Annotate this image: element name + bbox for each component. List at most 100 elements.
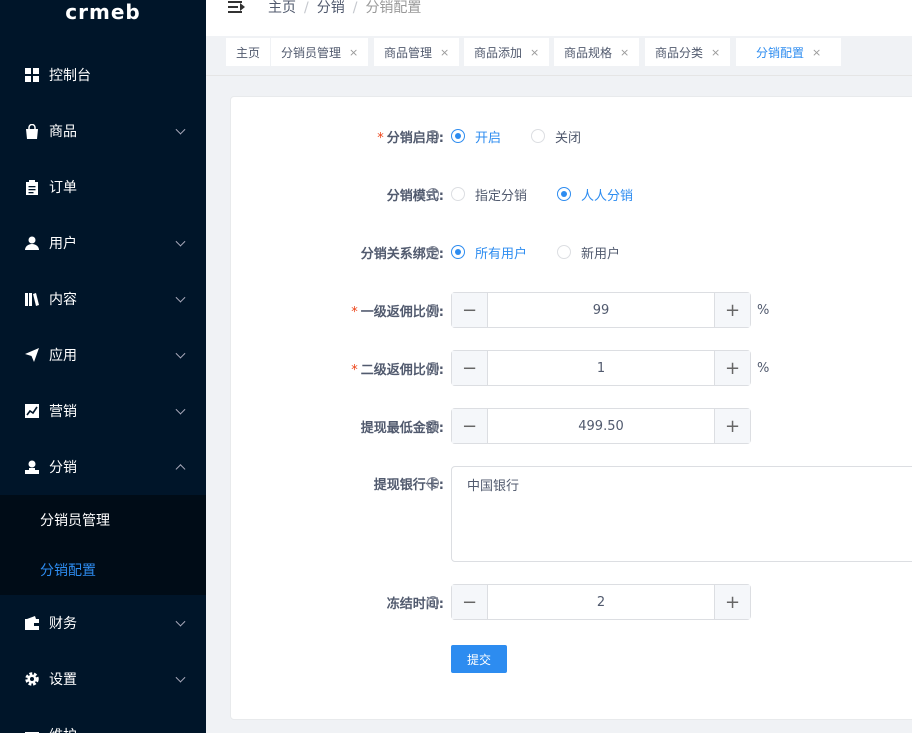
level2-input[interactable] xyxy=(488,360,714,376)
bank-control: 中国银行 xyxy=(451,466,912,562)
chevron-down-icon xyxy=(175,292,186,303)
breadcrumb-distribution[interactable]: 分销 xyxy=(317,0,345,16)
info-icon[interactable]: ! xyxy=(427,477,439,489)
mode-radio-group: 指定分销 人人分销 xyxy=(451,185,663,204)
decrement-button[interactable]: − xyxy=(452,585,488,619)
radio-enable-off[interactable]: 关闭 xyxy=(531,127,581,146)
sidebar-item-apps[interactable]: 应用 xyxy=(0,327,206,383)
info-icon[interactable]: ! xyxy=(427,596,439,608)
tab-label: 分销配置 xyxy=(756,45,805,60)
tab-product-category[interactable]: 商品分类 × xyxy=(645,38,731,66)
level1-input[interactable] xyxy=(488,302,714,318)
gear-icon xyxy=(24,671,40,687)
sidebar: crmeb 控制台 商品 订单 用户 内容 应用 营销 分销 分销员管理 分销配… xyxy=(0,0,206,733)
config-form-card: * 分销启用: ! 开启 关闭 分销模式: ! 指定分销 人人分销 分销关系绑定:… xyxy=(230,96,912,720)
chevron-down-icon xyxy=(175,404,186,415)
min-withdraw-input[interactable] xyxy=(488,418,714,434)
enable-radio-group: 开启 关闭 xyxy=(451,127,611,146)
sidebar-item-settings[interactable]: 设置 xyxy=(0,651,206,707)
freeze-input[interactable] xyxy=(488,594,714,610)
tab-distributor-management[interactable]: 分销员管理 × xyxy=(271,38,369,66)
radio-binding-new[interactable]: 新用户 xyxy=(557,243,620,262)
info-icon[interactable]: ! xyxy=(427,130,439,142)
radio-dot xyxy=(531,129,546,143)
radio-enable-on[interactable]: 开启 xyxy=(451,127,501,146)
clipboard-icon xyxy=(24,179,40,195)
send-icon xyxy=(24,347,40,363)
form-row-level1: *一级返佣比例: ! − + % xyxy=(231,292,912,328)
submit-button[interactable]: 提交 xyxy=(451,645,507,673)
sidebar-item-label: 用户 xyxy=(49,236,77,252)
min-withdraw-stepper: − + xyxy=(451,408,751,444)
info-icon[interactable]: ! xyxy=(427,304,439,316)
sidebar-item-label: 分销 xyxy=(49,460,77,476)
sidebar-item-orders[interactable]: 订单 xyxy=(0,159,206,215)
sidebar-item-users[interactable]: 用户 xyxy=(0,215,206,271)
breadcrumb: 主页 / 分销 / 分销配置 xyxy=(268,0,422,16)
chevron-down-icon xyxy=(175,124,186,135)
form-row-binding: 分销关系绑定: ! 所有用户 新用户 xyxy=(231,234,912,270)
sidebar-item-label: 营销 xyxy=(49,404,77,420)
menu-toggle-icon[interactable] xyxy=(228,0,245,14)
sidebar-item-content[interactable]: 内容 xyxy=(0,271,206,327)
tab-label: 分销员管理 xyxy=(281,45,342,60)
info-icon[interactable]: ! xyxy=(427,362,439,374)
chevron-down-icon xyxy=(175,672,186,683)
increment-button[interactable]: + xyxy=(714,293,750,327)
sidebar-menu: 控制台 商品 订单 用户 内容 应用 营销 分销 分销员管理 分销配置 财务 设… xyxy=(0,47,206,733)
sidebar-item-distribution-config[interactable]: 分销配置 xyxy=(0,545,206,595)
radio-mode-specified[interactable]: 指定分销 xyxy=(451,185,527,204)
info-icon[interactable]: ! xyxy=(427,420,439,432)
close-icon[interactable]: × xyxy=(349,46,358,59)
close-icon[interactable]: × xyxy=(711,46,720,59)
tab-product-spec[interactable]: 商品规格 × xyxy=(554,38,640,66)
decrement-button[interactable]: − xyxy=(452,293,488,327)
close-icon[interactable]: × xyxy=(440,46,449,59)
chevron-down-icon xyxy=(175,348,186,359)
required-mark: * xyxy=(351,304,358,320)
sidebar-item-products[interactable]: 商品 xyxy=(0,103,206,159)
chevron-up-icon xyxy=(175,464,186,475)
binding-radio-group: 所有用户 新用户 xyxy=(451,243,650,262)
sidebar-item-label: 财务 xyxy=(49,616,77,632)
dashboard-icon xyxy=(24,67,40,83)
radio-mode-everyone[interactable]: 人人分销 xyxy=(557,185,633,204)
logo[interactable]: crmeb xyxy=(0,0,206,36)
sidebar-item-label: 应用 xyxy=(49,348,77,364)
freeze-control: − + xyxy=(451,584,751,620)
sidebar-item-marketing[interactable]: 营销 xyxy=(0,383,206,439)
increment-button[interactable]: + xyxy=(714,409,750,443)
increment-button[interactable]: + xyxy=(714,585,750,619)
sidebar-item-dashboard[interactable]: 控制台 xyxy=(0,47,206,103)
level2-stepper: − + xyxy=(451,350,751,386)
breadcrumb-home[interactable]: 主页 xyxy=(268,0,296,16)
tab-product-add[interactable]: 商品添加 × xyxy=(464,38,550,66)
tab-home[interactable]: 主页 xyxy=(226,38,271,66)
wallet-icon xyxy=(24,615,40,631)
radio-dot xyxy=(557,245,572,259)
info-icon[interactable]: ! xyxy=(427,188,439,200)
close-icon[interactable]: × xyxy=(812,46,821,59)
sidebar-item-label: 维护 xyxy=(49,725,77,733)
level1-stepper: − + xyxy=(451,292,751,328)
tab-label: 主页 xyxy=(236,45,261,60)
radio-binding-all[interactable]: 所有用户 xyxy=(451,243,527,262)
decrement-button[interactable]: − xyxy=(452,409,488,443)
sidebar-item-finance[interactable]: 财务 xyxy=(0,595,206,651)
sidebar-item-distribution[interactable]: 分销 xyxy=(0,439,206,495)
sidebar-item-maintenance[interactable]: 维护 xyxy=(0,707,206,733)
person-icon xyxy=(24,459,40,475)
close-icon[interactable]: × xyxy=(530,46,539,59)
form-row-level2: *二级返佣比例: ! − + % xyxy=(231,350,912,386)
info-icon[interactable]: ! xyxy=(427,246,439,258)
unit-label: % xyxy=(757,360,770,376)
tab-product-management[interactable]: 商品管理 × xyxy=(374,38,460,66)
sidebar-item-distributor-management[interactable]: 分销员管理 xyxy=(0,495,206,545)
shopping-bag-icon xyxy=(24,123,40,139)
chevron-down-icon xyxy=(175,616,186,627)
decrement-button[interactable]: − xyxy=(452,351,488,385)
bank-textarea[interactable]: 中国银行 xyxy=(451,466,912,562)
close-icon[interactable]: × xyxy=(620,46,629,59)
tab-distribution-config[interactable]: 分销配置 × xyxy=(736,38,842,66)
increment-button[interactable]: + xyxy=(714,351,750,385)
